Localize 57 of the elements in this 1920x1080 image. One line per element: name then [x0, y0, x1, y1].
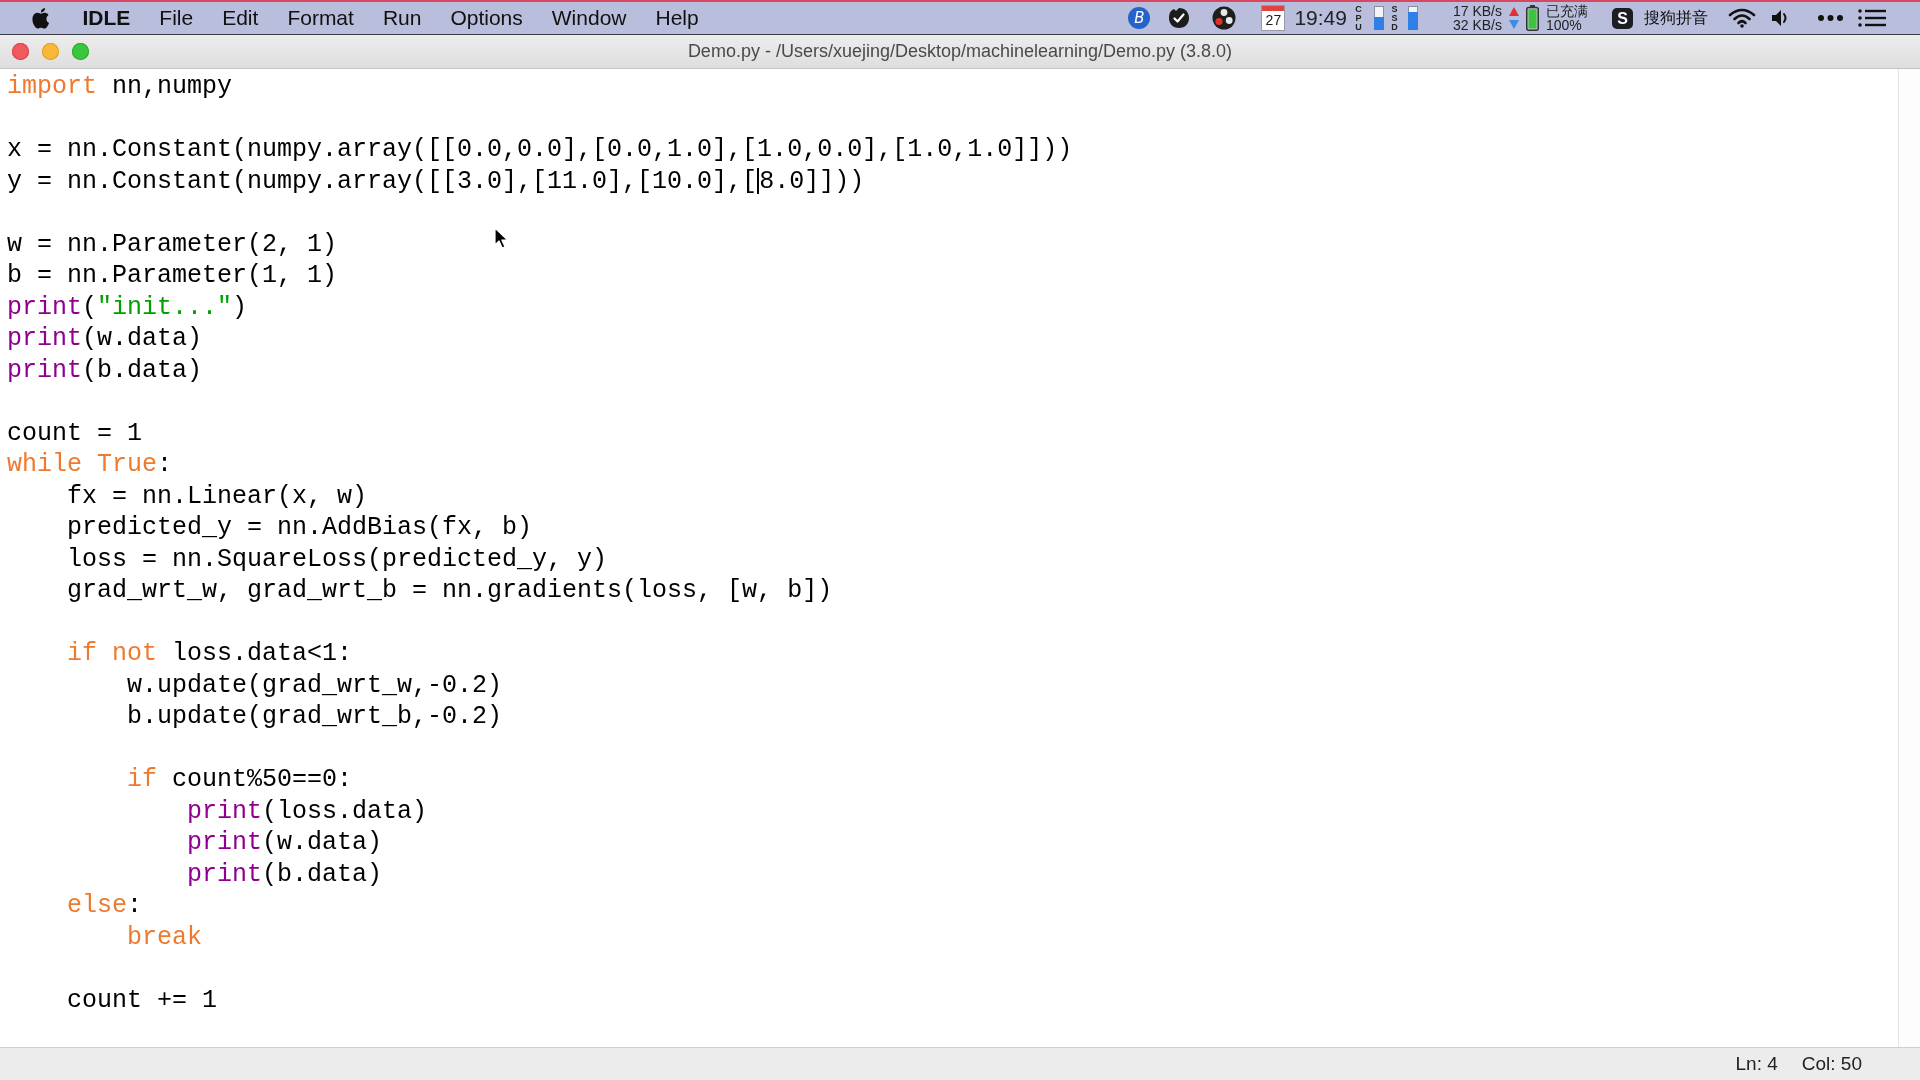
code-line: b.update(grad_wrt_b,-0.2) — [126, 701, 503, 733]
code-line: if count%50==0: — [126, 764, 353, 796]
code-line: x = nn.Constant(numpy.array([[0.0,0.0],[0.0,1.0],[1.0,0.0],[1.0,1.0]])) — [7, 134, 1073, 166]
upload-speed: 17 KB/s — [1452, 4, 1502, 18]
code-line: if not loss.data<1: — [66, 638, 353, 670]
app-menu[interactable]: IDLE — [68, 2, 145, 34]
menu-item[interactable]: File — [144, 2, 208, 34]
menu-item[interactable]: Options — [435, 2, 538, 34]
code-line: print("init...") — [7, 291, 248, 323]
code-line: import nn,numpy — [7, 71, 233, 103]
column-number: Col: 50 — [1801, 1053, 1862, 1075]
more-dots-icon[interactable] — [1818, 15, 1843, 21]
download-speed: 32 KB/s — [1452, 18, 1502, 32]
window-title: Demo.py - /Users/xuejing/Desktop/machinelearning/Demo.py (3.8.0) — [687, 41, 1233, 62]
code-line: print(b.data) — [186, 858, 383, 890]
code-line: b = nn.Parameter(1, 1) — [7, 260, 338, 292]
menu-item[interactable]: Format — [272, 2, 369, 34]
clock[interactable]: 19:49 — [1294, 6, 1347, 30]
mouse-pointer-icon — [494, 227, 509, 249]
menu-item[interactable]: Edit — [207, 2, 273, 34]
line-number: Ln: 4 — [1735, 1053, 1778, 1075]
code-line: fx = nn.Linear(x, w) — [66, 480, 368, 512]
apple-icon[interactable] — [30, 6, 50, 30]
code-line: w.update(grad_wrt_w,-0.2) — [126, 669, 503, 701]
menu-extra-logo[interactable]: B — [1128, 7, 1151, 29]
code-line: print(w.data) — [7, 323, 203, 355]
code-line: y = nn.Constant(numpy.array([[3.0],[11.0],[10.0],[ — [7, 165, 758, 197]
menu-item[interactable]: Window — [537, 2, 641, 34]
list-icon[interactable] — [1858, 9, 1886, 27]
cpu-label: CPU — [1354, 4, 1363, 32]
close-button[interactable] — [12, 43, 29, 60]
text-caret-icon — [757, 168, 760, 195]
code-line: print(b.data) — [7, 354, 203, 386]
battery-icon[interactable] — [1526, 5, 1539, 31]
menu-item[interactable]: Run — [368, 2, 436, 34]
code-line: loss = nn.SquareLoss(predicted_y, y) — [66, 543, 608, 575]
code-line: 8.0]])) — [759, 165, 865, 197]
code-line: count += 1 — [66, 984, 218, 1016]
input-method-logo[interactable]: S — [1612, 7, 1633, 29]
calendar-date[interactable]: 27 — [1262, 6, 1285, 30]
input-method-name[interactable]: 搜狗拼音 — [1644, 7, 1708, 29]
code-line: w = nn.Parameter(2, 1) — [7, 228, 338, 260]
up-down-arrows-icon — [1509, 6, 1519, 30]
code-line: print(loss.data) — [186, 795, 428, 827]
battery-status: 已充满 — [1546, 4, 1588, 18]
code-line: break — [126, 921, 203, 953]
circle-dots-icon[interactable] — [1212, 6, 1237, 30]
code-line: grad_wrt_w, grad_wrt_b = nn.gradients(loss, [w, b]) — [66, 575, 833, 607]
battery-percent: 100% — [1546, 18, 1582, 32]
code-line: else: — [66, 890, 143, 922]
code-line: while True: — [7, 449, 173, 481]
menu-item[interactable]: Help — [641, 2, 714, 34]
wifi-icon[interactable] — [1728, 8, 1756, 28]
code-line: predicted_y = nn.AddBias(fx, b) — [66, 512, 533, 544]
ssd-label: SSD — [1390, 4, 1399, 32]
code-line: count = 1 — [7, 417, 143, 449]
code-line: print(w.data) — [186, 827, 383, 859]
